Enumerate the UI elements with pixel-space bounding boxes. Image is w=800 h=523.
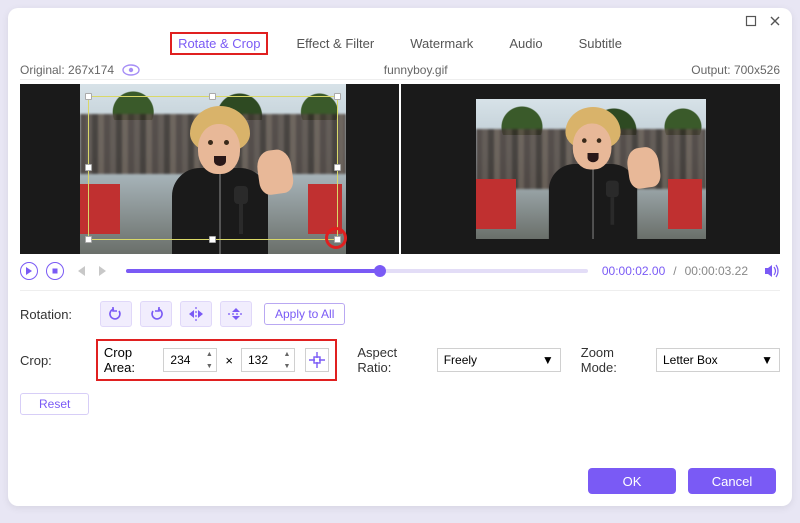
prev-frame-button[interactable] xyxy=(72,266,88,276)
rotation-row: Rotation: Apply to All xyxy=(20,301,780,327)
crop-area-label: Crop Area: xyxy=(104,345,158,375)
duration-time: 00:00:03.22 xyxy=(685,264,748,278)
crop-width-input[interactable]: ▲ ▼ xyxy=(163,348,217,372)
tab-audio[interactable]: Audio xyxy=(501,32,550,55)
crop-label: Crop: xyxy=(20,353,96,368)
crop-area-highlight: Crop Area: ▲ ▼ × ▲ ▼ xyxy=(96,339,338,381)
preview-eye-icon[interactable] xyxy=(122,64,140,76)
tab-watermark[interactable]: Watermark xyxy=(402,32,481,55)
reset-row: Reset xyxy=(20,393,780,415)
preview-row xyxy=(20,84,780,254)
play-button[interactable] xyxy=(20,262,38,280)
crop-handle-tl[interactable] xyxy=(85,93,92,100)
aspect-ratio-select[interactable]: Freely ▼ xyxy=(437,348,561,372)
crop-height-down[interactable]: ▼ xyxy=(280,360,294,372)
footer-buttons: OK Cancel xyxy=(588,468,776,494)
crop-height-field[interactable] xyxy=(242,353,280,367)
output-label: Output: 700x526 xyxy=(691,63,780,77)
zoom-mode-label: Zoom Mode: xyxy=(581,345,650,375)
output-preview-panel xyxy=(401,84,780,254)
rotate-cw-button[interactable] xyxy=(140,301,172,327)
seek-knob[interactable] xyxy=(374,265,386,277)
chevron-down-icon: ▼ xyxy=(761,353,773,367)
crop-width-field[interactable] xyxy=(164,353,202,367)
crop-handle-bl[interactable] xyxy=(85,236,92,243)
original-label: Original: 267x174 xyxy=(20,63,114,77)
controls-section: Rotation: Apply to All Crop: Crop Area: xyxy=(20,290,780,415)
titlebar-controls xyxy=(744,14,782,28)
crop-row: Crop: Crop Area: ▲ ▼ × ▲ ▼ xyxy=(20,339,780,381)
chevron-down-icon: ▼ xyxy=(542,353,554,367)
crop-handle-tr[interactable] xyxy=(334,93,341,100)
crop-height-up[interactable]: ▲ xyxy=(280,348,294,360)
crop-handle-ml[interactable] xyxy=(85,164,92,171)
crop-x-separator: × xyxy=(225,353,233,368)
original-video-frame xyxy=(80,84,346,254)
highlight-ring-icon xyxy=(325,227,347,249)
zoom-mode-select[interactable]: Letter Box ▼ xyxy=(656,348,780,372)
original-preview-panel[interactable] xyxy=(20,84,399,254)
crop-height-input[interactable]: ▲ ▼ xyxy=(241,348,295,372)
maximize-button[interactable] xyxy=(744,14,758,28)
editor-window: Rotate & Crop Effect & Filter Watermark … xyxy=(8,8,792,506)
volume-icon[interactable] xyxy=(764,264,780,278)
aspect-ratio-value: Freely xyxy=(444,353,477,367)
seek-slider[interactable] xyxy=(126,269,588,273)
rotation-label: Rotation: xyxy=(20,307,100,322)
crop-handle-mr[interactable] xyxy=(334,164,341,171)
info-bar: Original: 267x174 funnyboy.gif Output: 7… xyxy=(20,63,780,80)
zoom-mode-value: Letter Box xyxy=(663,353,718,367)
current-time: 00:00:02.00 xyxy=(602,264,665,278)
apply-to-all-button[interactable]: Apply to All xyxy=(264,303,345,325)
close-button[interactable] xyxy=(768,14,782,28)
aspect-ratio-label: Aspect Ratio: xyxy=(357,345,430,375)
crop-handle-bm[interactable] xyxy=(209,236,216,243)
filename-label: funnyboy.gif xyxy=(140,63,691,77)
time-separator: / xyxy=(673,264,676,278)
tab-effect-filter[interactable]: Effect & Filter xyxy=(288,32,382,55)
crop-handle-tm[interactable] xyxy=(209,93,216,100)
tab-bar: Rotate & Crop Effect & Filter Watermark … xyxy=(8,8,792,55)
flip-horizontal-button[interactable] xyxy=(180,301,212,327)
flip-vertical-button[interactable] xyxy=(220,301,252,327)
next-frame-button[interactable] xyxy=(96,266,112,276)
tab-rotate-crop[interactable]: Rotate & Crop xyxy=(170,32,268,55)
crop-width-up[interactable]: ▲ xyxy=(202,348,216,360)
cancel-button[interactable]: Cancel xyxy=(688,468,776,494)
transport-bar: 00:00:02.00 / 00:00:03.22 xyxy=(20,262,780,280)
reset-button[interactable]: Reset xyxy=(20,393,89,415)
stop-button[interactable] xyxy=(46,262,64,280)
crop-width-down[interactable]: ▼ xyxy=(202,360,216,372)
tab-subtitle[interactable]: Subtitle xyxy=(571,32,630,55)
crop-selection-box[interactable] xyxy=(88,96,338,240)
crop-center-button[interactable] xyxy=(305,348,329,372)
ok-button[interactable]: OK xyxy=(588,468,676,494)
rotate-ccw-button[interactable] xyxy=(100,301,132,327)
output-video-frame xyxy=(476,99,706,239)
